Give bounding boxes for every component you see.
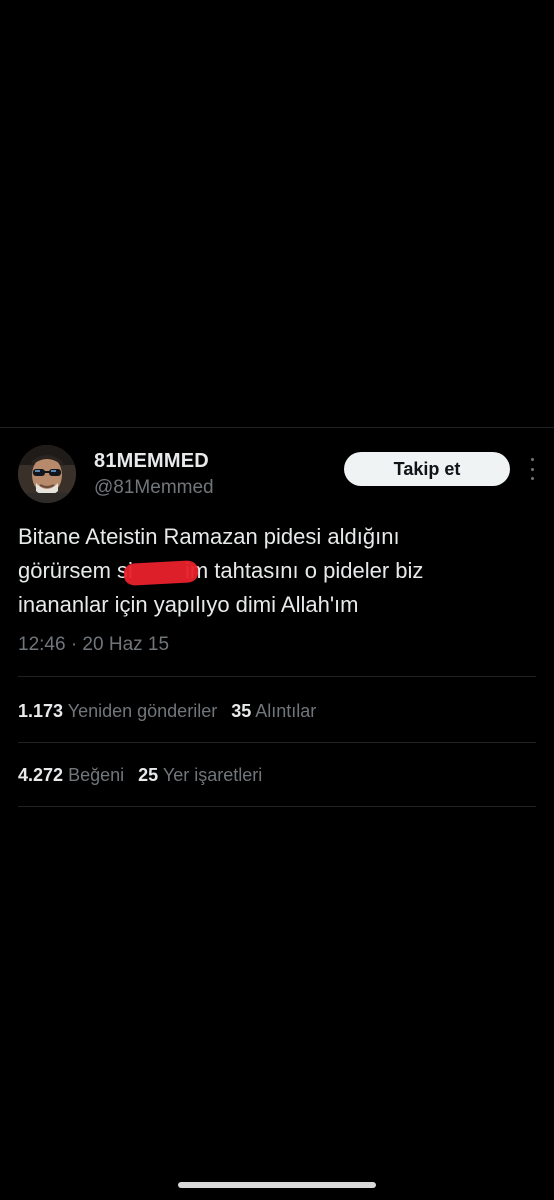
- tweet-line-2-before: görürsem s: [18, 558, 129, 583]
- stats-row-2: 4.272 Beğeni 25 Yer işaretleri: [18, 765, 262, 786]
- meta-divider: [18, 676, 536, 677]
- retweets-stat[interactable]: 1.173 Yeniden gönderiler: [18, 701, 217, 721]
- bookmarks-stat[interactable]: 25 Yer işaretleri: [138, 765, 262, 785]
- stats-row-1: 1.173 Yeniden gönderiler 35 Alıntılar: [18, 701, 316, 722]
- likes-label: Beğeni: [68, 765, 125, 785]
- retweets-label: Yeniden gönderiler: [67, 701, 218, 721]
- bookmarks-label: Yer işaretleri: [162, 765, 263, 785]
- profile-photo-icon: [18, 445, 76, 503]
- likes-count: 4.272: [18, 765, 64, 785]
- avatar[interactable]: [18, 445, 76, 503]
- tweet-line-2: görürsem siim tahtasını o pideler biz: [18, 554, 538, 588]
- red-censor-mark: [123, 560, 199, 586]
- tweet-timestamp[interactable]: 12:46 · 20 Haz 15: [18, 634, 169, 656]
- bottom-divider: [18, 806, 536, 807]
- quotes-count: 35: [231, 701, 252, 721]
- user-handle[interactable]: @81Memmed: [94, 477, 214, 499]
- display-name[interactable]: 81MEMMED: [94, 450, 209, 473]
- censor-scribble: i: [123, 554, 199, 588]
- home-indicator[interactable]: [178, 1182, 376, 1188]
- retweets-count: 1.173: [18, 701, 64, 721]
- bookmarks-count: 25: [138, 765, 159, 785]
- stats-divider: [18, 742, 536, 743]
- follow-button[interactable]: Takip et: [344, 452, 510, 486]
- tweet-text: Bitane Ateistin Ramazan pidesi aldığını …: [18, 520, 538, 622]
- tweet-line-3: inananlar için yapılıyo dimi Allah'ım: [18, 592, 359, 617]
- likes-stat[interactable]: 4.272 Beğeni: [18, 765, 124, 785]
- tweet-line-2-after: im tahtasını o pideler biz: [184, 558, 424, 583]
- vertical-ellipsis-icon[interactable]: [528, 458, 536, 480]
- tweet-line-1: Bitane Ateistin Ramazan pidesi aldığını: [18, 524, 400, 549]
- quotes-label: Alıntılar: [255, 701, 317, 721]
- quotes-stat[interactable]: 35 Alıntılar: [231, 701, 316, 721]
- top-divider: [0, 427, 554, 428]
